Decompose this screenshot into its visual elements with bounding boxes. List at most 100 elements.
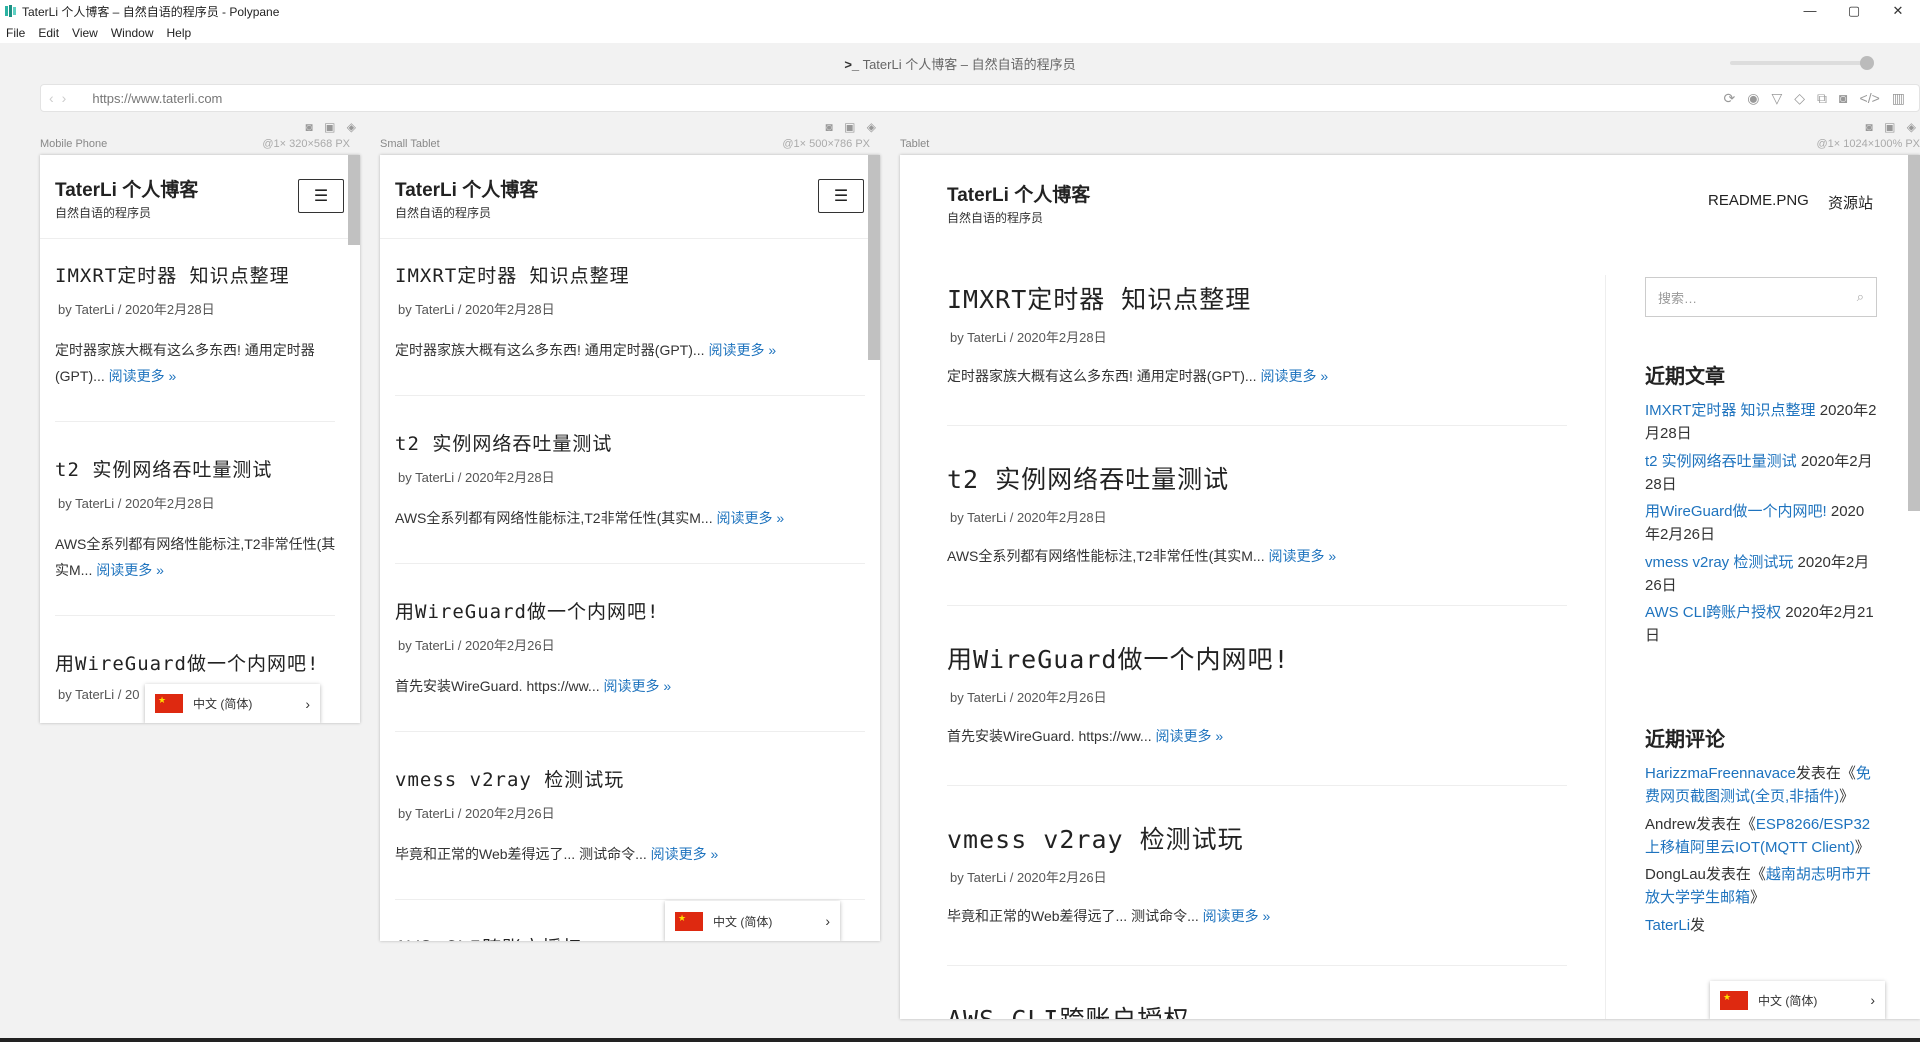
menu-bar: File Edit View Window Help bbox=[0, 22, 1920, 43]
recent-post-link[interactable]: t2 实例网络吞吐量测试 bbox=[1645, 453, 1797, 470]
forward-icon[interactable]: › bbox=[62, 90, 67, 106]
read-more-link[interactable]: 阅读更多 » bbox=[1203, 908, 1271, 924]
recent-post-link[interactable]: IMXRT定时器 知识点整理 bbox=[1645, 402, 1816, 419]
language-switcher[interactable]: 中文 (简体) › bbox=[665, 901, 840, 941]
recent-post-link[interactable]: 用WireGuard做一个内网吧! bbox=[1645, 503, 1827, 520]
post-title[interactable]: IMXRT定时器 知识点整理 bbox=[395, 261, 630, 288]
sidebar-toggle-icon[interactable]: ▥ bbox=[1892, 90, 1905, 107]
list-item: TaterLi发 bbox=[1645, 916, 1706, 934]
layers-icon[interactable]: ◇ bbox=[1794, 90, 1805, 107]
read-more-link[interactable]: 阅读更多 » bbox=[109, 368, 177, 384]
read-more-link[interactable]: 阅读更多 » bbox=[1156, 728, 1224, 744]
polypane-logo-icon bbox=[5, 5, 16, 17]
url-input[interactable]: https://www.taterli.com bbox=[92, 91, 1723, 106]
nav-readme[interactable]: README.PNG bbox=[1708, 192, 1809, 209]
window-titlebar: TaterLi 个人博客 – 自然自语的程序员 - Polypane — ▢ ✕ bbox=[0, 0, 1920, 22]
read-more-link[interactable]: 阅读更多 » bbox=[651, 846, 719, 862]
post-meta: by TaterLi / 2020年2月28日 bbox=[398, 470, 555, 485]
list-item: IMXRT定时器 知识点整理 2020年2月28日 bbox=[1645, 402, 1877, 443]
pane-mobile: TaterLi 个人博客 自然自语的程序员 ☰ IMXRT定时器 知识点整理 b… bbox=[40, 155, 360, 723]
post-excerpt: AWS全系列都有网络性能标注,T2非常任性(其实M... 阅读更多 » bbox=[947, 548, 1337, 564]
recent-post-link[interactable]: vmess v2ray 检测试玩 bbox=[1645, 554, 1793, 571]
back-icon[interactable]: ‹ bbox=[49, 90, 54, 106]
pane-small-tablet: TaterLi 个人博客 自然自语的程序员 ☰ IMXRT定时器 知识点整理 b… bbox=[380, 155, 880, 941]
language-label: 中文 (简体) bbox=[1758, 993, 1818, 1008]
menu-window[interactable]: Window bbox=[111, 26, 154, 40]
menu-toggle-button[interactable]: ☰ bbox=[298, 179, 344, 213]
read-more-link[interactable]: 阅读更多 » bbox=[716, 510, 784, 526]
comment-author-link[interactable]: HarizzmaFreennavace bbox=[1645, 765, 1796, 782]
post-title[interactable]: 用WireGuard做一个内网吧! bbox=[947, 640, 1290, 676]
search-icon[interactable]: ⌕ bbox=[1857, 289, 1864, 305]
china-flag-icon bbox=[1720, 990, 1748, 1010]
eye-icon[interactable]: ◉ bbox=[1747, 90, 1759, 107]
read-more-link[interactable]: 阅读更多 » bbox=[604, 678, 672, 694]
list-item: Andrew发表在《ESP8266/ESP32上移植阿里云IOT(MQTT Cl… bbox=[1645, 815, 1871, 856]
list-item: DongLau发表在《越南胡志明市开放大学学生邮箱》 bbox=[1645, 866, 1871, 907]
post-title[interactable]: 用WireGuard做一个内网吧! bbox=[395, 597, 659, 624]
search-input[interactable]: 搜索… ⌕ bbox=[1645, 277, 1877, 317]
post-title[interactable]: vmess v2ray 检测试玩 bbox=[947, 820, 1244, 856]
url-bar: ‹ › https://www.taterli.com ⟳ ◉ ▽ ◇ ⧉ ◙ … bbox=[40, 84, 1920, 112]
read-more-link[interactable]: 阅读更多 » bbox=[1268, 548, 1336, 564]
post-title[interactable]: IMXRT定时器 知识点整理 bbox=[55, 261, 290, 288]
language-switcher[interactable]: 中文 (简体) › bbox=[145, 684, 320, 723]
language-switcher[interactable]: 中文 (简体) › bbox=[1710, 981, 1885, 1019]
chevron-right-icon: › bbox=[825, 913, 830, 929]
maximize-button[interactable]: ▢ bbox=[1832, 0, 1876, 22]
scrollbar[interactable] bbox=[868, 155, 880, 360]
site-title[interactable]: TaterLi 个人博客 bbox=[947, 180, 1090, 207]
list-item: HarizzmaFreennavace发表在《免费网页截图测试(全页,非插件)》 bbox=[1645, 765, 1871, 806]
post-title[interactable]: AWS CLI跨账户授权 bbox=[947, 1000, 1189, 1019]
menu-view[interactable]: View bbox=[72, 26, 98, 40]
recent-comments-list: HarizzmaFreennavace发表在《免费网页截图测试(全页,非插件)》… bbox=[1645, 762, 1877, 941]
pane-tools-icon[interactable]: ◙ ▣ ◈ bbox=[1866, 120, 1920, 134]
reload-icon[interactable]: ⟳ bbox=[1724, 90, 1736, 107]
read-more-link[interactable]: 阅读更多 » bbox=[708, 342, 776, 358]
list-item: t2 实例网络吞吐量测试 2020年2月28日 bbox=[1645, 452, 1873, 493]
post-title[interactable]: IMXRT定时器 知识点整理 bbox=[947, 280, 1251, 316]
post-title[interactable]: 用WireGuard做一个内网吧! bbox=[55, 649, 319, 676]
comment-author-link[interactable]: TaterLi bbox=[1645, 917, 1690, 934]
code-icon[interactable]: </> bbox=[1860, 90, 1880, 107]
post-excerpt: 定时器家族大概有这么多东西! 通用定时器(GPT)... 阅读更多 » bbox=[55, 342, 315, 384]
zoom-slider-handle[interactable] bbox=[1860, 56, 1874, 70]
menu-edit[interactable]: Edit bbox=[38, 26, 59, 40]
post-excerpt: 毕竟和正常的Web差得远了... 测试命令... 阅读更多 » bbox=[395, 846, 719, 862]
post-title[interactable]: t2 实例网络吞吐量测试 bbox=[55, 455, 272, 482]
zoom-slider[interactable] bbox=[1730, 56, 1874, 70]
minimize-button[interactable]: — bbox=[1788, 0, 1832, 22]
list-item: vmess v2ray 检测试玩 2020年2月26日 bbox=[1645, 553, 1870, 594]
post-title[interactable]: t2 实例网络吞吐量测试 bbox=[947, 460, 1229, 496]
pane-header-mobile: ◙ ▣ ◈ Mobile Phone @1× 320×568 PX bbox=[40, 120, 360, 150]
menu-help[interactable]: Help bbox=[167, 26, 192, 40]
china-flag-icon bbox=[675, 911, 703, 931]
site-title[interactable]: TaterLi 个人博客 bbox=[395, 175, 538, 202]
scrollbar[interactable] bbox=[348, 155, 360, 245]
post-title[interactable]: vmess v2ray 检测试玩 bbox=[395, 765, 624, 792]
recent-posts-title: 近期文章 bbox=[1645, 366, 1725, 388]
post-title[interactable]: AWS CLI跨账户授权 bbox=[395, 933, 582, 941]
post-excerpt: 定时器家族大概有这么多东西! 通用定时器(GPT)... 阅读更多 » bbox=[947, 368, 1329, 384]
menu-toggle-button[interactable]: ☰ bbox=[818, 179, 864, 213]
post-meta: by TaterLi / 2020年2月28日 bbox=[950, 510, 1107, 525]
close-button[interactable]: ✕ bbox=[1876, 0, 1920, 22]
menu-file[interactable]: File bbox=[6, 26, 25, 40]
scrollbar[interactable] bbox=[1908, 155, 1920, 511]
filter-icon[interactable]: ▽ bbox=[1771, 90, 1782, 107]
read-more-link[interactable]: 阅读更多 » bbox=[96, 562, 164, 578]
layout-icon[interactable]: ⧉ bbox=[1817, 90, 1827, 107]
pane-tools-icon[interactable]: ◙ ▣ ◈ bbox=[306, 120, 360, 134]
recent-post-link[interactable]: AWS CLI跨账户授权 bbox=[1645, 604, 1781, 621]
read-more-link[interactable]: 阅读更多 » bbox=[1260, 368, 1328, 384]
pane-tools-icon[interactable]: ◙ ▣ ◈ bbox=[826, 120, 880, 134]
post-title[interactable]: t2 实例网络吞吐量测试 bbox=[395, 429, 612, 456]
page-title: >_ TaterLi 个人博客 – 自然自语的程序员 bbox=[844, 57, 1076, 72]
language-label: 中文 (简体) bbox=[193, 697, 253, 711]
post-meta: by TaterLi / 2020年2月28日 bbox=[398, 302, 555, 317]
site-description: 自然自语的程序员 bbox=[947, 211, 1044, 225]
site-description: 自然自语的程序员 bbox=[395, 206, 492, 220]
site-title[interactable]: TaterLi 个人博客 bbox=[55, 175, 198, 202]
nav-resources[interactable]: 资源站 bbox=[1828, 192, 1873, 213]
camera-icon[interactable]: ◙ bbox=[1839, 90, 1847, 107]
